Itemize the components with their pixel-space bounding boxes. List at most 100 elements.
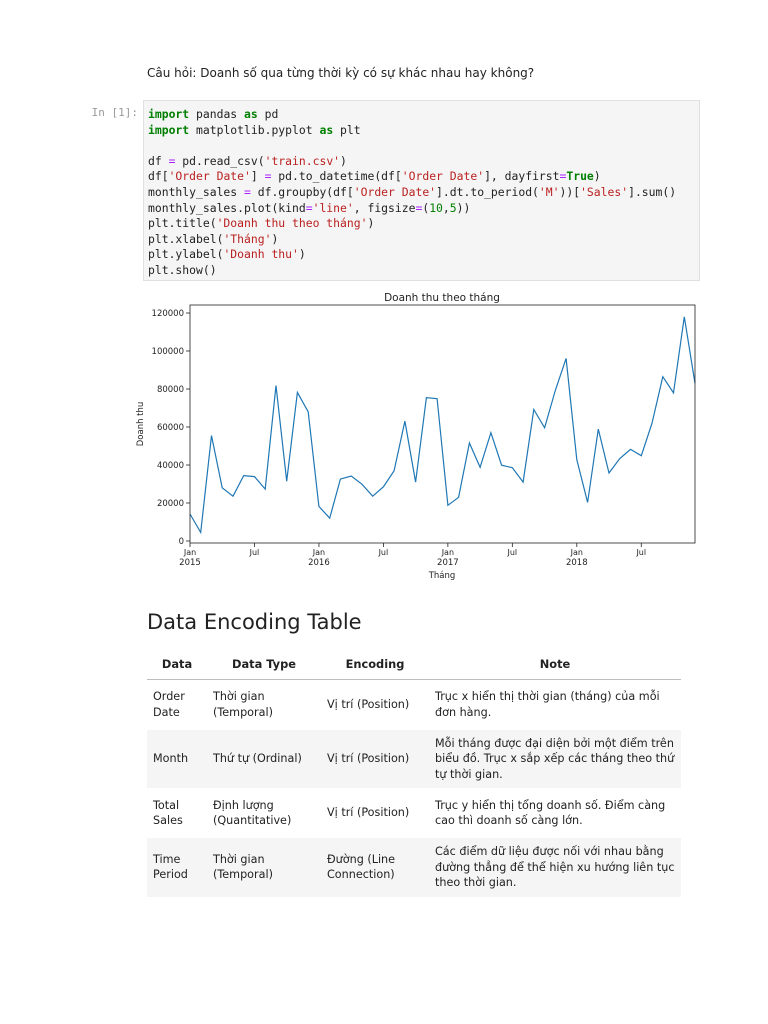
cell-encoding: Vị trí (Position) <box>327 698 410 711</box>
x-tick-label: Jul <box>378 548 389 557</box>
code-token: 'line' <box>312 200 354 215</box>
encoding-table-header-row: Data Data Type Encoding Note <box>147 651 681 680</box>
code-token: plt.ylabel( <box>148 247 224 262</box>
code-token: True <box>566 169 594 184</box>
x-axis-ticks: Jan2015Jul Jan2016Jul Jan2017Jul Jan2018Jul <box>179 543 646 568</box>
x-tick-label: Jan <box>312 548 325 557</box>
code-token: pd <box>257 107 279 121</box>
table-row: Order Date Thời gian (Temporal) Vị trí (… <box>147 680 681 730</box>
code-token: 'Order Date' <box>401 169 485 184</box>
col-header-data: Data <box>147 651 207 680</box>
plot-frame <box>189 304 696 544</box>
table-row: Time Period Thời gian (Temporal) Đường (… <box>147 838 681 897</box>
cell-data-type: Định lượng (Quantitative) <box>213 798 292 828</box>
encoding-table: Data Data Type Encoding Note Order Date … <box>147 651 681 897</box>
code-token: 'Doanh thu' <box>223 247 299 262</box>
y-tick-label: 60000 <box>157 423 184 433</box>
code-token: , figsize <box>353 200 416 215</box>
code-line: import pandas as pd <box>148 107 278 121</box>
code-token: 'train.csv' <box>264 153 341 168</box>
code-token: ].dt.to_period( <box>436 184 539 199</box>
y-tick-label: 20000 <box>157 499 184 509</box>
cell-data-type: Thời gian (Temporal) <box>213 690 273 719</box>
code-token: plt.show() <box>148 262 217 277</box>
code-line: plt.xlabel('Tháng') <box>148 232 278 246</box>
code-token: df.groupby(df[ <box>250 184 354 199</box>
x-tick-label: Jul <box>635 548 646 557</box>
code-token: plt <box>333 122 361 137</box>
cell-data: Month <box>147 729 207 788</box>
code-token: ], dayfirst <box>484 169 560 184</box>
code-token: as <box>319 122 334 137</box>
table-row: Total Sales Định lượng (Quantitative) Vị… <box>147 788 681 838</box>
y-tick-label: 120000 <box>152 309 184 319</box>
cell-encoding: Đường (Line Connection) <box>321 838 429 897</box>
col-header-data-type: Data Type <box>207 651 321 680</box>
cell-data: Total Sales <box>153 798 183 828</box>
x-tick-year-label: 2017 <box>437 558 459 568</box>
col-header-encoding: Encoding <box>321 651 429 680</box>
y-axis-ticks: 0 20000 40000 60000 80000 100000 120000 <box>152 309 190 547</box>
code-token: pd.to_datetime(df[ <box>271 169 402 184</box>
col-header-note: Note <box>429 651 681 680</box>
code-token: 10 <box>429 200 443 215</box>
code-token: ) <box>340 153 347 168</box>
y-tick-label: 80000 <box>157 385 184 395</box>
x-tick-label: Jul <box>507 548 518 557</box>
code-line: df = pd.read_csv('train.csv') <box>148 154 347 168</box>
code-token: monthly_sales <box>148 184 245 199</box>
cell-note: Mỗi tháng được đại diện bởi một điểm trê… <box>429 729 681 788</box>
cell-encoding: Vị trí (Position) <box>321 729 429 788</box>
line-chart: Doanh thu theo tháng 0 20000 40000 60000 800… <box>136 292 696 581</box>
sales-line <box>189 316 696 535</box>
code-line: plt.ylabel('Doanh thu') <box>148 247 306 261</box>
code-token: 'Doanh thu theo tháng' <box>216 216 368 231</box>
code-token: df <box>148 153 169 168</box>
code-token: import <box>148 107 190 121</box>
y-tick-label: 40000 <box>157 461 184 471</box>
code-token: 'Order Date' <box>353 184 437 199</box>
code-token: plt.xlabel( <box>148 231 224 246</box>
y-tick-label: 0 <box>179 537 184 547</box>
code-token: ) <box>298 247 306 262</box>
x-tick-label: Jan <box>570 548 583 557</box>
code-token: 5 <box>449 200 457 215</box>
encoding-table-heading: Data Encoding Table <box>147 610 362 634</box>
code-token: = <box>305 200 313 215</box>
question-text: Câu hỏi: Doanh số qua từng thời kỳ có sự… <box>147 66 535 80</box>
cell-data: Time Period <box>147 838 207 897</box>
chart-title: Doanh thu theo tháng <box>384 292 500 304</box>
code-token: = <box>244 184 251 199</box>
code-token: 'M' <box>538 184 560 199</box>
code-token: 'Sales' <box>580 184 629 199</box>
code-token: ) <box>367 216 375 231</box>
code-cell[interactable]: import pandas as pd import matplotlib.py… <box>143 100 700 281</box>
code-line: df['Order Date'] = pd.to_datetime(df['Or… <box>148 169 601 183</box>
code-token: plt.title( <box>148 216 217 231</box>
code-token: ))[ <box>559 184 581 199</box>
cell-note: Trục x hiển thị thời gian (tháng) của mỗ… <box>435 690 660 719</box>
code-token: import <box>148 122 190 137</box>
table-row: Month Thứ tự (Ordinal) Vị trí (Position)… <box>147 729 681 788</box>
cell-data: Order Date <box>153 690 185 719</box>
x-axis-label: Tháng <box>428 571 456 581</box>
code-token: monthly_sales.plot(kind <box>148 200 306 215</box>
code-block: import pandas as pd import matplotlib.py… <box>148 107 699 279</box>
code-token: ) <box>271 231 279 246</box>
code-token: , <box>442 200 450 215</box>
code-token: ) <box>593 169 601 184</box>
x-tick-label: Jan <box>441 548 454 557</box>
cell-data-type: Thời gian (Temporal) <box>207 838 321 897</box>
code-token: as <box>244 107 258 121</box>
y-axis-label: Doanh thu <box>136 402 146 447</box>
code-token: pd.read_csv( <box>175 153 265 168</box>
code-token: )) <box>456 200 471 215</box>
x-tick-year-label: 2015 <box>179 558 201 568</box>
x-tick-year-label: 2016 <box>308 558 330 568</box>
code-token: ] <box>250 169 265 184</box>
x-tick-label: Jul <box>249 548 260 557</box>
code-line: plt.title('Doanh thu theo tháng') <box>148 216 374 230</box>
y-tick-label: 100000 <box>152 347 184 357</box>
x-tick-year-label: 2018 <box>566 558 588 568</box>
code-token: 'Order Date' <box>168 169 251 184</box>
